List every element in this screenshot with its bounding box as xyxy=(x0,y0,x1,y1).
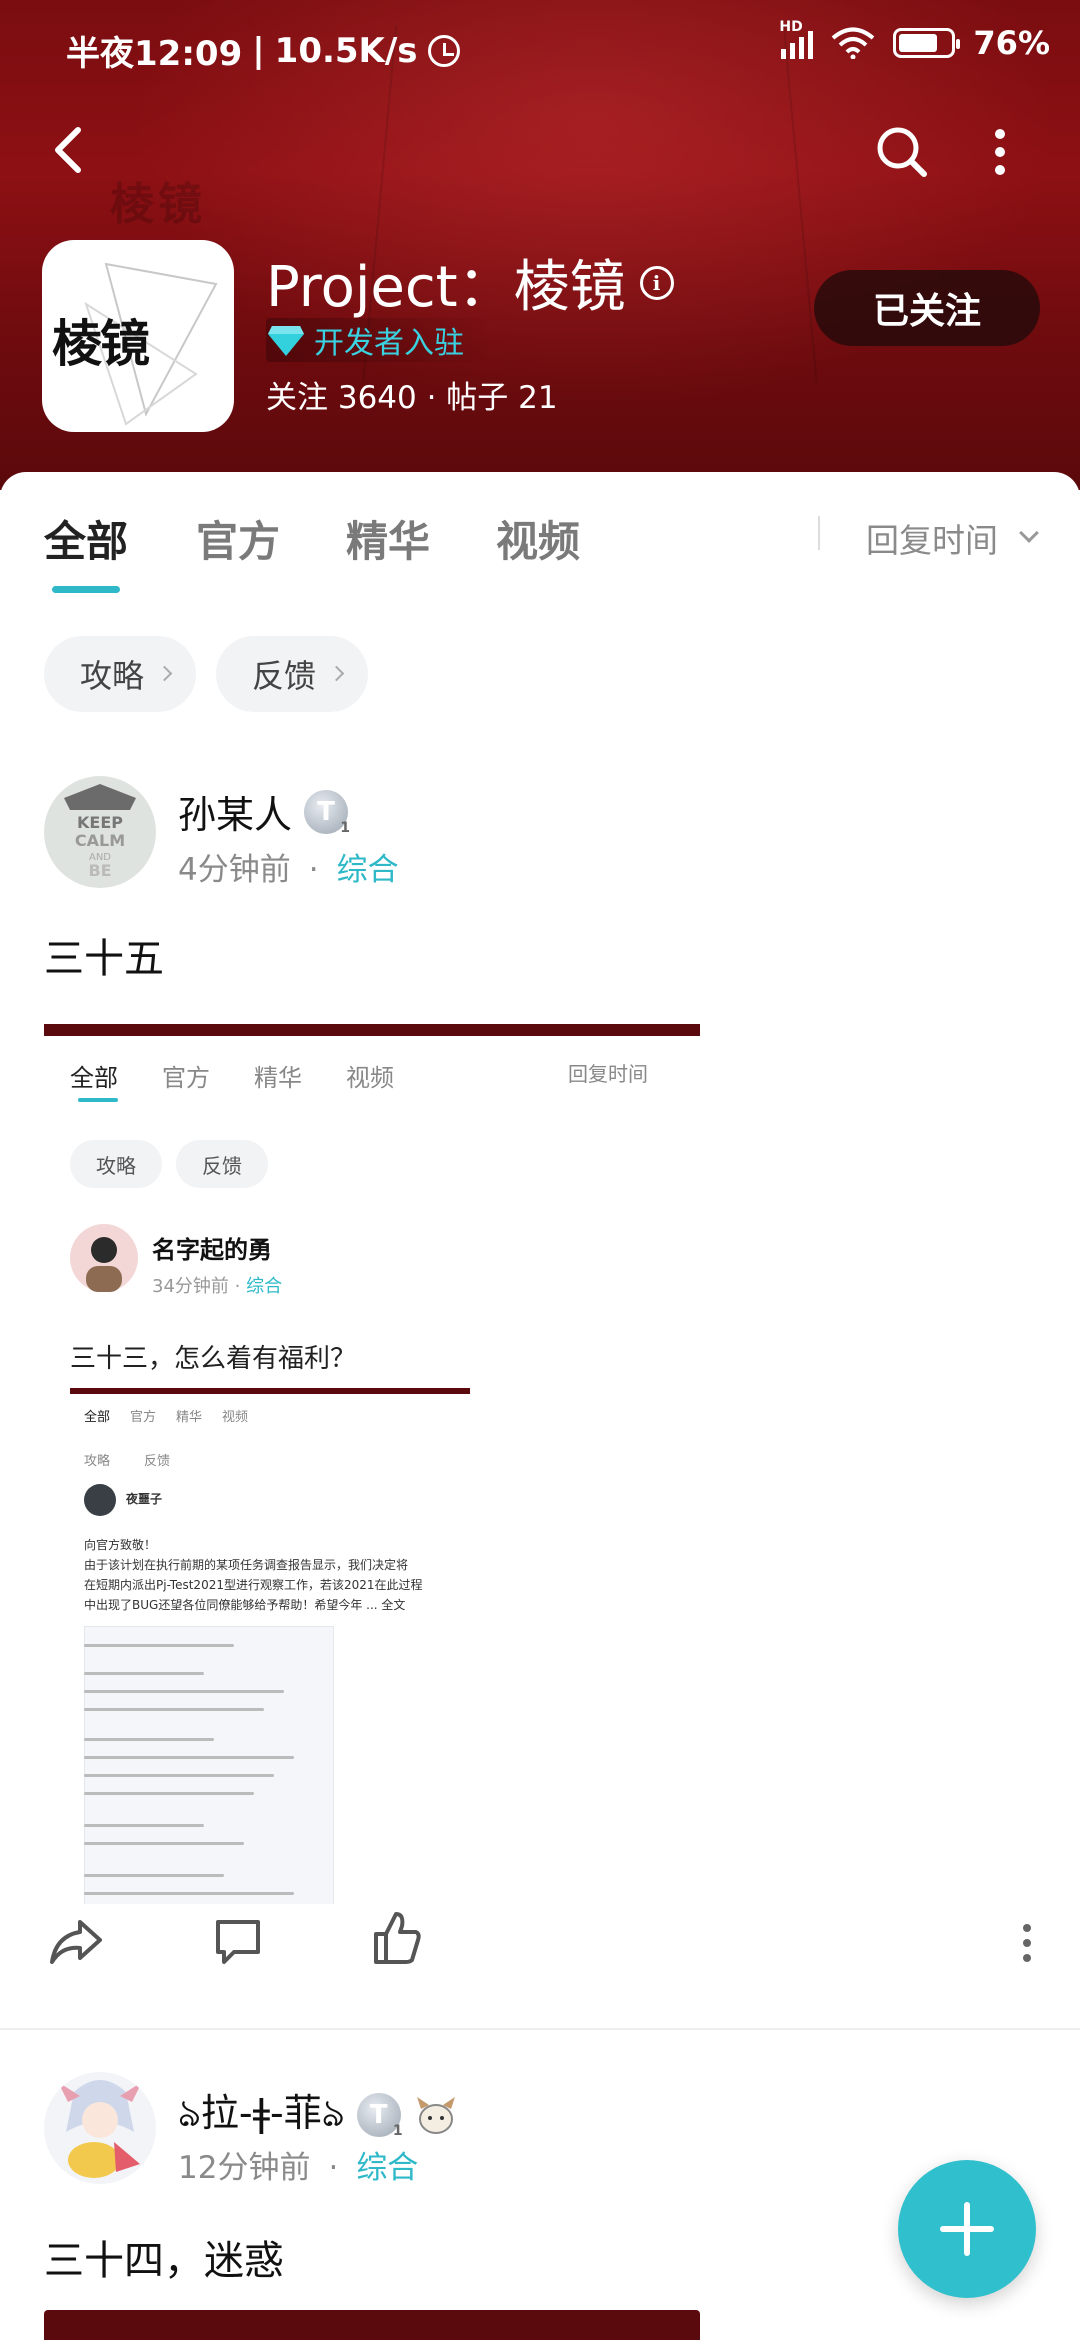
post-author-name[interactable]: ঌ拉-ǂ-菲ঌ xyxy=(178,2082,345,2148)
post-text[interactable]: 三十四，迷惑 xyxy=(44,2228,284,2286)
level-badge: T1 xyxy=(356,2093,403,2139)
comment-icon[interactable] xyxy=(212,1916,264,1968)
chevron-right-icon xyxy=(156,665,173,682)
status-net-speed: 10.5K/s xyxy=(274,30,418,71)
status-bar: 半夜12:09 | 10.5K/s HD 76% xyxy=(66,19,1050,74)
svg-text:KEEP: KEEP xyxy=(77,813,123,832)
back-icon[interactable] xyxy=(40,120,100,180)
more-icon[interactable] xyxy=(980,122,1020,182)
svg-text:CALM: CALM xyxy=(75,831,125,850)
header-background-logo: 棱镜 xyxy=(110,179,206,230)
tab-official[interactable]: 官方 xyxy=(196,508,280,569)
battery-percent: 76% xyxy=(973,24,1050,62)
more-vertical-icon[interactable] xyxy=(1018,1920,1036,1966)
follow-button[interactable]: 已关注 xyxy=(814,270,1040,346)
like-icon[interactable] xyxy=(372,1910,422,1966)
developer-badge-label: 开发者入驻 xyxy=(314,326,464,361)
svg-text:BE: BE xyxy=(88,861,111,880)
wifi-icon xyxy=(832,27,875,59)
search-icon[interactable] xyxy=(872,122,932,182)
post-actions xyxy=(0,1896,1080,1986)
forum-header: 棱镜 半夜12:09 | 10.5K/s HD 76% 棱镜 Project：棱… xyxy=(0,0,1080,490)
pet-badge-icon xyxy=(416,2097,455,2134)
forum-logo-text: 棱镜 xyxy=(52,314,150,373)
post-image-preview[interactable] xyxy=(44,2310,700,2340)
diamond-icon xyxy=(268,326,304,356)
post-time: 12分钟前 xyxy=(178,2150,311,2186)
developer-badge[interactable]: 开发者入驻 xyxy=(266,318,488,362)
tab-featured[interactable]: 精华 xyxy=(346,508,430,569)
post-text[interactable]: 三十五 xyxy=(44,926,164,984)
forum-avatar[interactable]: 棱镜 xyxy=(42,240,234,432)
forum-name: Project：棱镜 xyxy=(266,255,626,320)
status-time: 半夜12:09 xyxy=(66,34,243,74)
tab-all[interactable]: 全部 xyxy=(44,508,128,569)
forum-stats: 关注 3640 · 帖子 21 xyxy=(266,380,558,416)
avatar[interactable]: KEEP CALM AND BE xyxy=(44,776,156,888)
info-icon[interactable]: i xyxy=(639,265,674,300)
signal-icon: HD xyxy=(779,19,814,59)
post-time: 4分钟前 xyxy=(178,852,291,888)
post-category[interactable]: 综合 xyxy=(337,852,399,888)
post-divider xyxy=(0,2028,1080,2030)
alarm-icon xyxy=(427,34,460,67)
new-post-plus-icon[interactable] xyxy=(898,2160,1036,2298)
chip-guide[interactable]: 攻略 xyxy=(44,636,197,712)
chevron-right-icon xyxy=(328,665,345,682)
battery-icon xyxy=(893,28,961,58)
post-image[interactable]: 全部 官方 精华 视频 回复时间 攻略 反馈 名字起的勇 34分钟前 · 综合 … xyxy=(44,1024,700,1904)
tab-video[interactable]: 视频 xyxy=(496,508,580,569)
active-tab-indicator xyxy=(52,586,120,593)
feed-sheet: 全部 官方 精华 视频 回复时间 攻略 反馈 KEEP CALM AND BE … xyxy=(0,472,1080,2340)
avatar[interactable] xyxy=(44,2072,156,2184)
post-category[interactable]: 综合 xyxy=(356,2150,418,2186)
post-author-name[interactable]: 孙某人 xyxy=(178,784,292,839)
nested-screenshot: 全部 官方 精华 视频 攻略 反馈 夜噩子 向官方致敬！ 由于该计划在执行前期的… xyxy=(70,1388,470,1904)
network-badge: HD xyxy=(779,19,803,35)
chip-feedback[interactable]: 反馈 xyxy=(216,636,369,712)
sort-dropdown[interactable]: 回复时间 xyxy=(866,514,998,562)
level-badge: T1 xyxy=(304,789,350,836)
share-icon[interactable] xyxy=(48,1916,104,1968)
tab-divider xyxy=(818,516,820,550)
